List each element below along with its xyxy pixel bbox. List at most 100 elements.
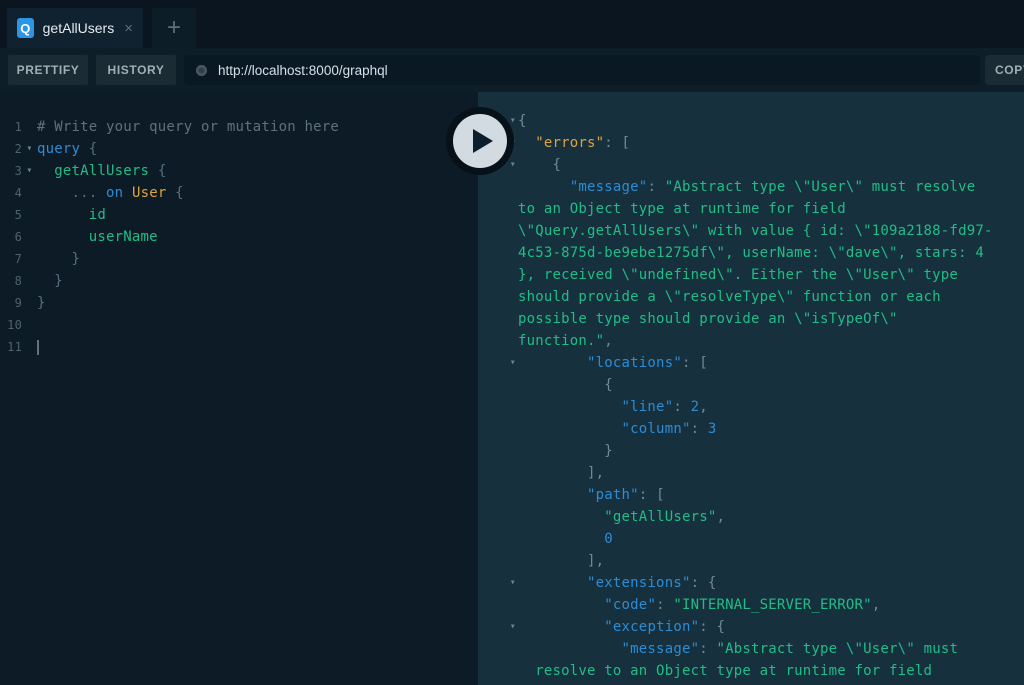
fold-gutter bbox=[478, 484, 518, 506]
json-line: "column": 3 bbox=[478, 418, 1024, 440]
fold-gutter bbox=[22, 270, 37, 292]
line-number: 6 bbox=[0, 226, 22, 248]
json-line: ▾ "extensions": { bbox=[478, 572, 1024, 594]
code-text: 4c53-875d-be9ebe1275df\", userName: \"da… bbox=[518, 242, 1024, 264]
code-text bbox=[37, 314, 478, 336]
code-text: } bbox=[37, 270, 478, 292]
fold-gutter bbox=[478, 264, 518, 286]
line-number: 1 bbox=[0, 116, 22, 138]
code-text: userName bbox=[37, 226, 478, 248]
new-tab-button[interactable]: + bbox=[152, 8, 196, 48]
code-text bbox=[37, 336, 478, 358]
query-editor-pane[interactable]: 1# Write your query or mutation here2▾qu… bbox=[0, 92, 478, 685]
editor-line: 3▾ getAllUsers { bbox=[0, 160, 478, 182]
json-line: ▾ { bbox=[478, 154, 1024, 176]
line-number: 7 bbox=[0, 248, 22, 270]
json-line: resolve to an Object type at runtime for… bbox=[478, 660, 1024, 682]
plus-icon: + bbox=[167, 14, 181, 42]
execute-query-button[interactable] bbox=[446, 107, 514, 175]
fold-gutter bbox=[22, 314, 37, 336]
code-text: ], bbox=[518, 462, 1024, 484]
code-text: ], bbox=[518, 550, 1024, 572]
code-text: "message": "Abstract type \"User\" must bbox=[518, 638, 1024, 660]
fold-gutter bbox=[478, 506, 518, 528]
query-badge-icon: Q bbox=[17, 18, 34, 38]
text-cursor bbox=[37, 340, 39, 355]
code-text: ... on User { bbox=[37, 182, 478, 204]
prettify-button[interactable]: PRETTIFY bbox=[8, 55, 88, 85]
fold-arrow-icon[interactable]: ▾ bbox=[478, 352, 518, 374]
editor-line: 6 userName bbox=[0, 226, 478, 248]
code-text: { bbox=[518, 374, 1024, 396]
code-text: "column": 3 bbox=[518, 418, 1024, 440]
fold-gutter bbox=[478, 462, 518, 484]
copy-curl-button[interactable]: COPY CURL bbox=[985, 55, 1024, 85]
close-tab-icon[interactable]: × bbox=[124, 20, 133, 37]
code-text: { bbox=[518, 110, 1024, 132]
line-number: 10 bbox=[0, 314, 22, 336]
json-line: should provide a \"resolveType\" functio… bbox=[478, 286, 1024, 308]
code-text: "message": "Abstract type \"User\" must … bbox=[518, 176, 1024, 198]
json-line: "code": "INTERNAL_SERVER_ERROR", bbox=[478, 594, 1024, 616]
json-line: }, received \"undefined\". Either the \"… bbox=[478, 264, 1024, 286]
fold-gutter bbox=[478, 440, 518, 462]
code-text: resolve to an Object type at runtime for… bbox=[518, 660, 1024, 682]
fold-gutter bbox=[478, 528, 518, 550]
fold-gutter bbox=[478, 660, 518, 682]
editor-line: 11 bbox=[0, 336, 478, 358]
json-line: 4c53-875d-be9ebe1275df\", userName: \"da… bbox=[478, 242, 1024, 264]
json-line: "message": "Abstract type \"User\" must bbox=[478, 638, 1024, 660]
main-area: 1# Write your query or mutation here2▾qu… bbox=[0, 92, 1024, 685]
json-line: \"Query.getAllUsers\" with value { id: \… bbox=[478, 220, 1024, 242]
fold-arrow-icon[interactable]: ▾ bbox=[478, 616, 518, 638]
fold-gutter bbox=[478, 374, 518, 396]
json-line: ▾ "locations": [ bbox=[478, 352, 1024, 374]
fold-arrow-icon[interactable]: ▾ bbox=[478, 572, 518, 594]
response-pane[interactable]: ▾{▾ "errors": [▾ { "message": "Abstract … bbox=[478, 92, 1024, 685]
code-text: "line": 2, bbox=[518, 396, 1024, 418]
json-line: "message": "Abstract type \"User\" must … bbox=[478, 176, 1024, 198]
line-number: 3 bbox=[0, 160, 22, 182]
line-number: 9 bbox=[0, 292, 22, 314]
fold-gutter bbox=[22, 336, 37, 358]
graphql-playground-window: Q getAllUsers × + PRETTIFY HISTORY COPY … bbox=[0, 0, 1024, 685]
json-line: function.", bbox=[478, 330, 1024, 352]
fold-arrow-icon[interactable]: ▾ bbox=[22, 138, 37, 160]
editor-line: 10 bbox=[0, 314, 478, 336]
fold-arrow-icon[interactable]: ▾ bbox=[22, 160, 37, 182]
editor-line: 2▾query { bbox=[0, 138, 478, 160]
endpoint-status-dot-icon bbox=[196, 65, 207, 76]
fold-gutter bbox=[478, 594, 518, 616]
code-text: { bbox=[518, 154, 1024, 176]
code-text: } bbox=[37, 292, 478, 314]
line-number: 8 bbox=[0, 270, 22, 292]
endpoint-url-input[interactable] bbox=[207, 63, 980, 78]
code-text: "exception": { bbox=[518, 616, 1024, 638]
tab-label: getAllUsers bbox=[43, 20, 115, 36]
editor-line: 7 } bbox=[0, 248, 478, 270]
code-text: id bbox=[37, 204, 478, 226]
code-text: 0 bbox=[518, 528, 1024, 550]
fold-gutter bbox=[22, 248, 37, 270]
code-text: "extensions": { bbox=[518, 572, 1024, 594]
json-line: "path": [ bbox=[478, 484, 1024, 506]
json-line: ▾ "exception": { bbox=[478, 616, 1024, 638]
play-icon bbox=[473, 129, 493, 153]
endpoint-url-bar bbox=[184, 55, 980, 85]
json-line: to an Object type at runtime for field bbox=[478, 198, 1024, 220]
editor-line: 1# Write your query or mutation here bbox=[0, 116, 478, 138]
fold-gutter bbox=[478, 638, 518, 660]
json-line: ▾{ bbox=[478, 110, 1024, 132]
json-line: possible type should provide an \"isType… bbox=[478, 308, 1024, 330]
fold-gutter bbox=[478, 220, 518, 242]
tab-getallusers[interactable]: Q getAllUsers × bbox=[7, 8, 143, 48]
fold-gutter bbox=[22, 116, 37, 138]
history-button[interactable]: HISTORY bbox=[96, 55, 176, 85]
line-number: 5 bbox=[0, 204, 22, 226]
fold-gutter bbox=[478, 286, 518, 308]
fold-gutter bbox=[478, 242, 518, 264]
fold-gutter bbox=[478, 550, 518, 572]
fold-gutter bbox=[22, 226, 37, 248]
code-text: "locations": [ bbox=[518, 352, 1024, 374]
code-text: query { bbox=[37, 138, 478, 160]
